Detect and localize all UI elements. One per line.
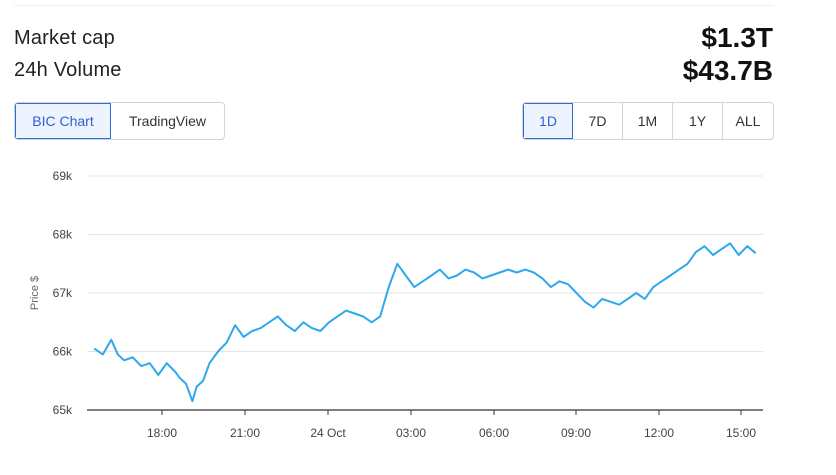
x-tick-label: 18:00 [147,426,177,440]
chart-source-tabs: BIC Chart TradingView [14,102,225,140]
price-chart-svg: 65k 66k 67k 68k 69k 18:00 21:00 24 Oct 03:00 06:… [29,169,763,440]
x-tick-label: 06:00 [479,426,509,440]
range-1y-button[interactable]: 1Y [673,103,723,139]
tab-bic-chart[interactable]: BIC Chart [15,103,111,139]
x-tick-label: 15:00 [726,426,756,440]
x-tick-label: 24 Oct [310,426,346,440]
range-1m-button[interactable]: 1M [623,103,673,139]
x-tick-label: 09:00 [561,426,591,440]
y-axis-title: Price $ [29,276,41,310]
price-series-line [93,242,757,403]
volume-24h-label: 24h Volume [14,59,122,81]
volume-24h-value: $43.7B [682,55,773,86]
y-tick-label: 66k [53,345,73,359]
y-tick-label: 68k [53,228,73,242]
y-tick-label: 69k [53,169,73,183]
time-range-tabs: 1D 7D 1M 1Y ALL [522,102,774,140]
top-divider [14,5,774,6]
range-1d-button[interactable]: 1D [523,103,573,139]
tab-tradingview[interactable]: TradingView [111,103,224,139]
x-tick-label: 12:00 [644,426,674,440]
y-tick-label: 65k [53,403,73,417]
y-tick-label: 67k [53,286,73,300]
range-all-button[interactable]: ALL [723,103,773,139]
range-7d-button[interactable]: 7D [573,103,623,139]
x-tick-label: 03:00 [396,426,426,440]
price-chart: 65k 66k 67k 68k 69k 18:00 21:00 24 Oct 03:00 06:… [0,150,836,470]
market-cap-value: $1.3T [701,22,773,53]
market-cap-label: Market cap [14,27,115,49]
x-tick-label: 21:00 [230,426,260,440]
